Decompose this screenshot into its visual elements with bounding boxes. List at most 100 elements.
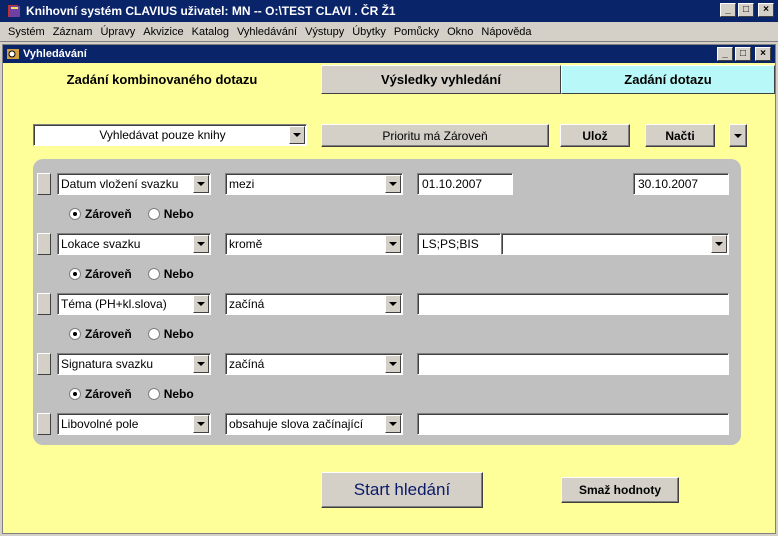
and-label: Zároveň: [85, 267, 132, 281]
menu-losses[interactable]: Úbytky: [348, 26, 390, 38]
operator-select-value: kromě: [229, 237, 263, 251]
connector-group: Zároveň Nebo: [69, 327, 210, 341]
field-select[interactable]: Datum vložení svazku: [57, 173, 211, 195]
field-select-value: Datum vložení svazku: [61, 177, 179, 191]
minimize-button[interactable]: _: [720, 3, 736, 17]
and-label: Zároveň: [85, 327, 132, 341]
menu-edit[interactable]: Úpravy: [96, 26, 139, 38]
load-button[interactable]: Načti: [645, 124, 715, 147]
or-radio[interactable]: Nebo: [147, 327, 194, 341]
and-radio[interactable]: Zároveň: [69, 327, 132, 341]
menu-tools[interactable]: Pomůcky: [390, 26, 443, 38]
or-label: Nebo: [163, 207, 194, 221]
field-select-value: Signatura svazku: [61, 357, 154, 371]
row-handle[interactable]: [37, 413, 51, 435]
operator-select[interactable]: obsahuje slova začínající: [225, 413, 403, 435]
clear-values-button[interactable]: Smaž hodnoty: [561, 477, 679, 503]
radio-checked-icon: [69, 268, 81, 280]
start-search-button[interactable]: Start hledání: [321, 472, 483, 508]
child-maximize-button[interactable]: □: [735, 47, 751, 61]
menu-system[interactable]: Systém: [4, 26, 49, 38]
menu-search[interactable]: Vyhledávání: [233, 26, 301, 38]
operator-select[interactable]: kromě: [225, 233, 403, 255]
search-window-title: Vyhledávání: [23, 48, 87, 60]
scope-select-value: Vyhledávat pouze knihy: [99, 128, 226, 142]
or-radio[interactable]: Nebo: [147, 207, 194, 221]
connector-group: Zároveň Nebo: [69, 387, 210, 401]
value-input[interactable]: [417, 413, 729, 435]
or-radio[interactable]: Nebo: [147, 387, 194, 401]
load-options-button[interactable]: [729, 124, 747, 147]
and-radio[interactable]: Zároveň: [69, 207, 132, 221]
value-input[interactable]: 01.10.2007: [417, 173, 513, 195]
chevron-down-icon[interactable]: [289, 126, 305, 144]
field-select-value: Libovolné pole: [61, 417, 139, 431]
radio-checked-icon: [69, 328, 81, 340]
row-handle[interactable]: [37, 233, 51, 255]
field-select[interactable]: Signatura svazku: [57, 353, 211, 375]
operator-select[interactable]: začíná: [225, 293, 403, 315]
value-input[interactable]: [417, 353, 729, 375]
search-window-icon: [7, 49, 19, 59]
row-handle[interactable]: [37, 353, 51, 375]
chevron-down-icon[interactable]: [193, 235, 209, 253]
and-label: Zároveň: [85, 207, 132, 221]
chevron-down-icon[interactable]: [193, 415, 209, 433]
tab-combined-query[interactable]: Zadání kombinovaného dotazu: [3, 65, 321, 94]
field-select[interactable]: Libovolné pole: [57, 413, 211, 435]
menu-acquisition[interactable]: Akvizice: [139, 26, 187, 38]
value-select[interactable]: [501, 233, 729, 255]
or-label: Nebo: [163, 267, 194, 281]
chevron-down-icon[interactable]: [385, 235, 401, 253]
menu-outputs[interactable]: Výstupy: [301, 26, 348, 38]
menu-bar: Systém Záznam Úpravy Akvizice Katalog Vy…: [0, 22, 778, 42]
chevron-down-icon[interactable]: [193, 355, 209, 373]
connector-group: Zároveň Nebo: [69, 207, 210, 221]
or-radio[interactable]: Nebo: [147, 267, 194, 281]
child-minimize-button[interactable]: _: [717, 47, 733, 61]
operator-select-value: začíná: [229, 357, 265, 371]
scope-select[interactable]: Vyhledávat pouze knihy: [33, 124, 307, 146]
chevron-down-icon: [734, 133, 742, 138]
tab-results[interactable]: Výsledky vyhledání: [321, 65, 561, 94]
field-select-value: Lokace svazku: [61, 237, 141, 251]
chevron-down-icon[interactable]: [385, 295, 401, 313]
child-close-button[interactable]: ×: [755, 47, 771, 61]
chevron-down-icon[interactable]: [193, 295, 209, 313]
menu-catalog[interactable]: Katalog: [188, 26, 233, 38]
field-select-value: Téma (PH+kl.slova): [61, 297, 167, 311]
app-title: Knihovní systém CLAVIUS uživatel: MN -- …: [26, 4, 396, 18]
chevron-down-icon[interactable]: [385, 415, 401, 433]
connector-group: Zároveň Nebo: [69, 267, 210, 281]
value-input[interactable]: [417, 293, 729, 315]
operator-select[interactable]: mezi: [225, 173, 403, 195]
chevron-down-icon[interactable]: [711, 235, 727, 253]
field-select[interactable]: Téma (PH+kl.slova): [57, 293, 211, 315]
operator-select-value: obsahuje slova začínající: [229, 417, 364, 431]
chevron-down-icon[interactable]: [385, 355, 401, 373]
or-label: Nebo: [163, 327, 194, 341]
close-button[interactable]: ×: [758, 3, 774, 17]
menu-window[interactable]: Okno: [443, 26, 477, 38]
field-select[interactable]: Lokace svazku: [57, 233, 211, 255]
value-input[interactable]: LS;PS;BIS: [417, 233, 501, 255]
radio-checked-icon: [69, 208, 81, 220]
save-button[interactable]: Ulož: [560, 124, 630, 147]
or-label: Nebo: [163, 387, 194, 401]
value-to-input[interactable]: 30.10.2007: [633, 173, 729, 195]
chevron-down-icon[interactable]: [385, 175, 401, 193]
row-handle[interactable]: [37, 293, 51, 315]
maximize-button[interactable]: □: [738, 3, 754, 17]
search-window: Vyhledávání _ □ × Zadání kombinovaného d…: [2, 44, 776, 534]
operator-select[interactable]: začíná: [225, 353, 403, 375]
row-handle[interactable]: [37, 173, 51, 195]
book-app-icon: [8, 5, 20, 17]
menu-help[interactable]: Nápověda: [477, 26, 535, 38]
chevron-down-icon[interactable]: [193, 175, 209, 193]
and-radio[interactable]: Zároveň: [69, 267, 132, 281]
menu-record[interactable]: Záznam: [49, 26, 97, 38]
tab-query[interactable]: Zadání dotazu: [561, 65, 775, 94]
and-radio[interactable]: Zároveň: [69, 387, 132, 401]
priority-button[interactable]: Prioritu má Zároveň: [321, 124, 549, 147]
radio-unchecked-icon: [147, 388, 160, 400]
